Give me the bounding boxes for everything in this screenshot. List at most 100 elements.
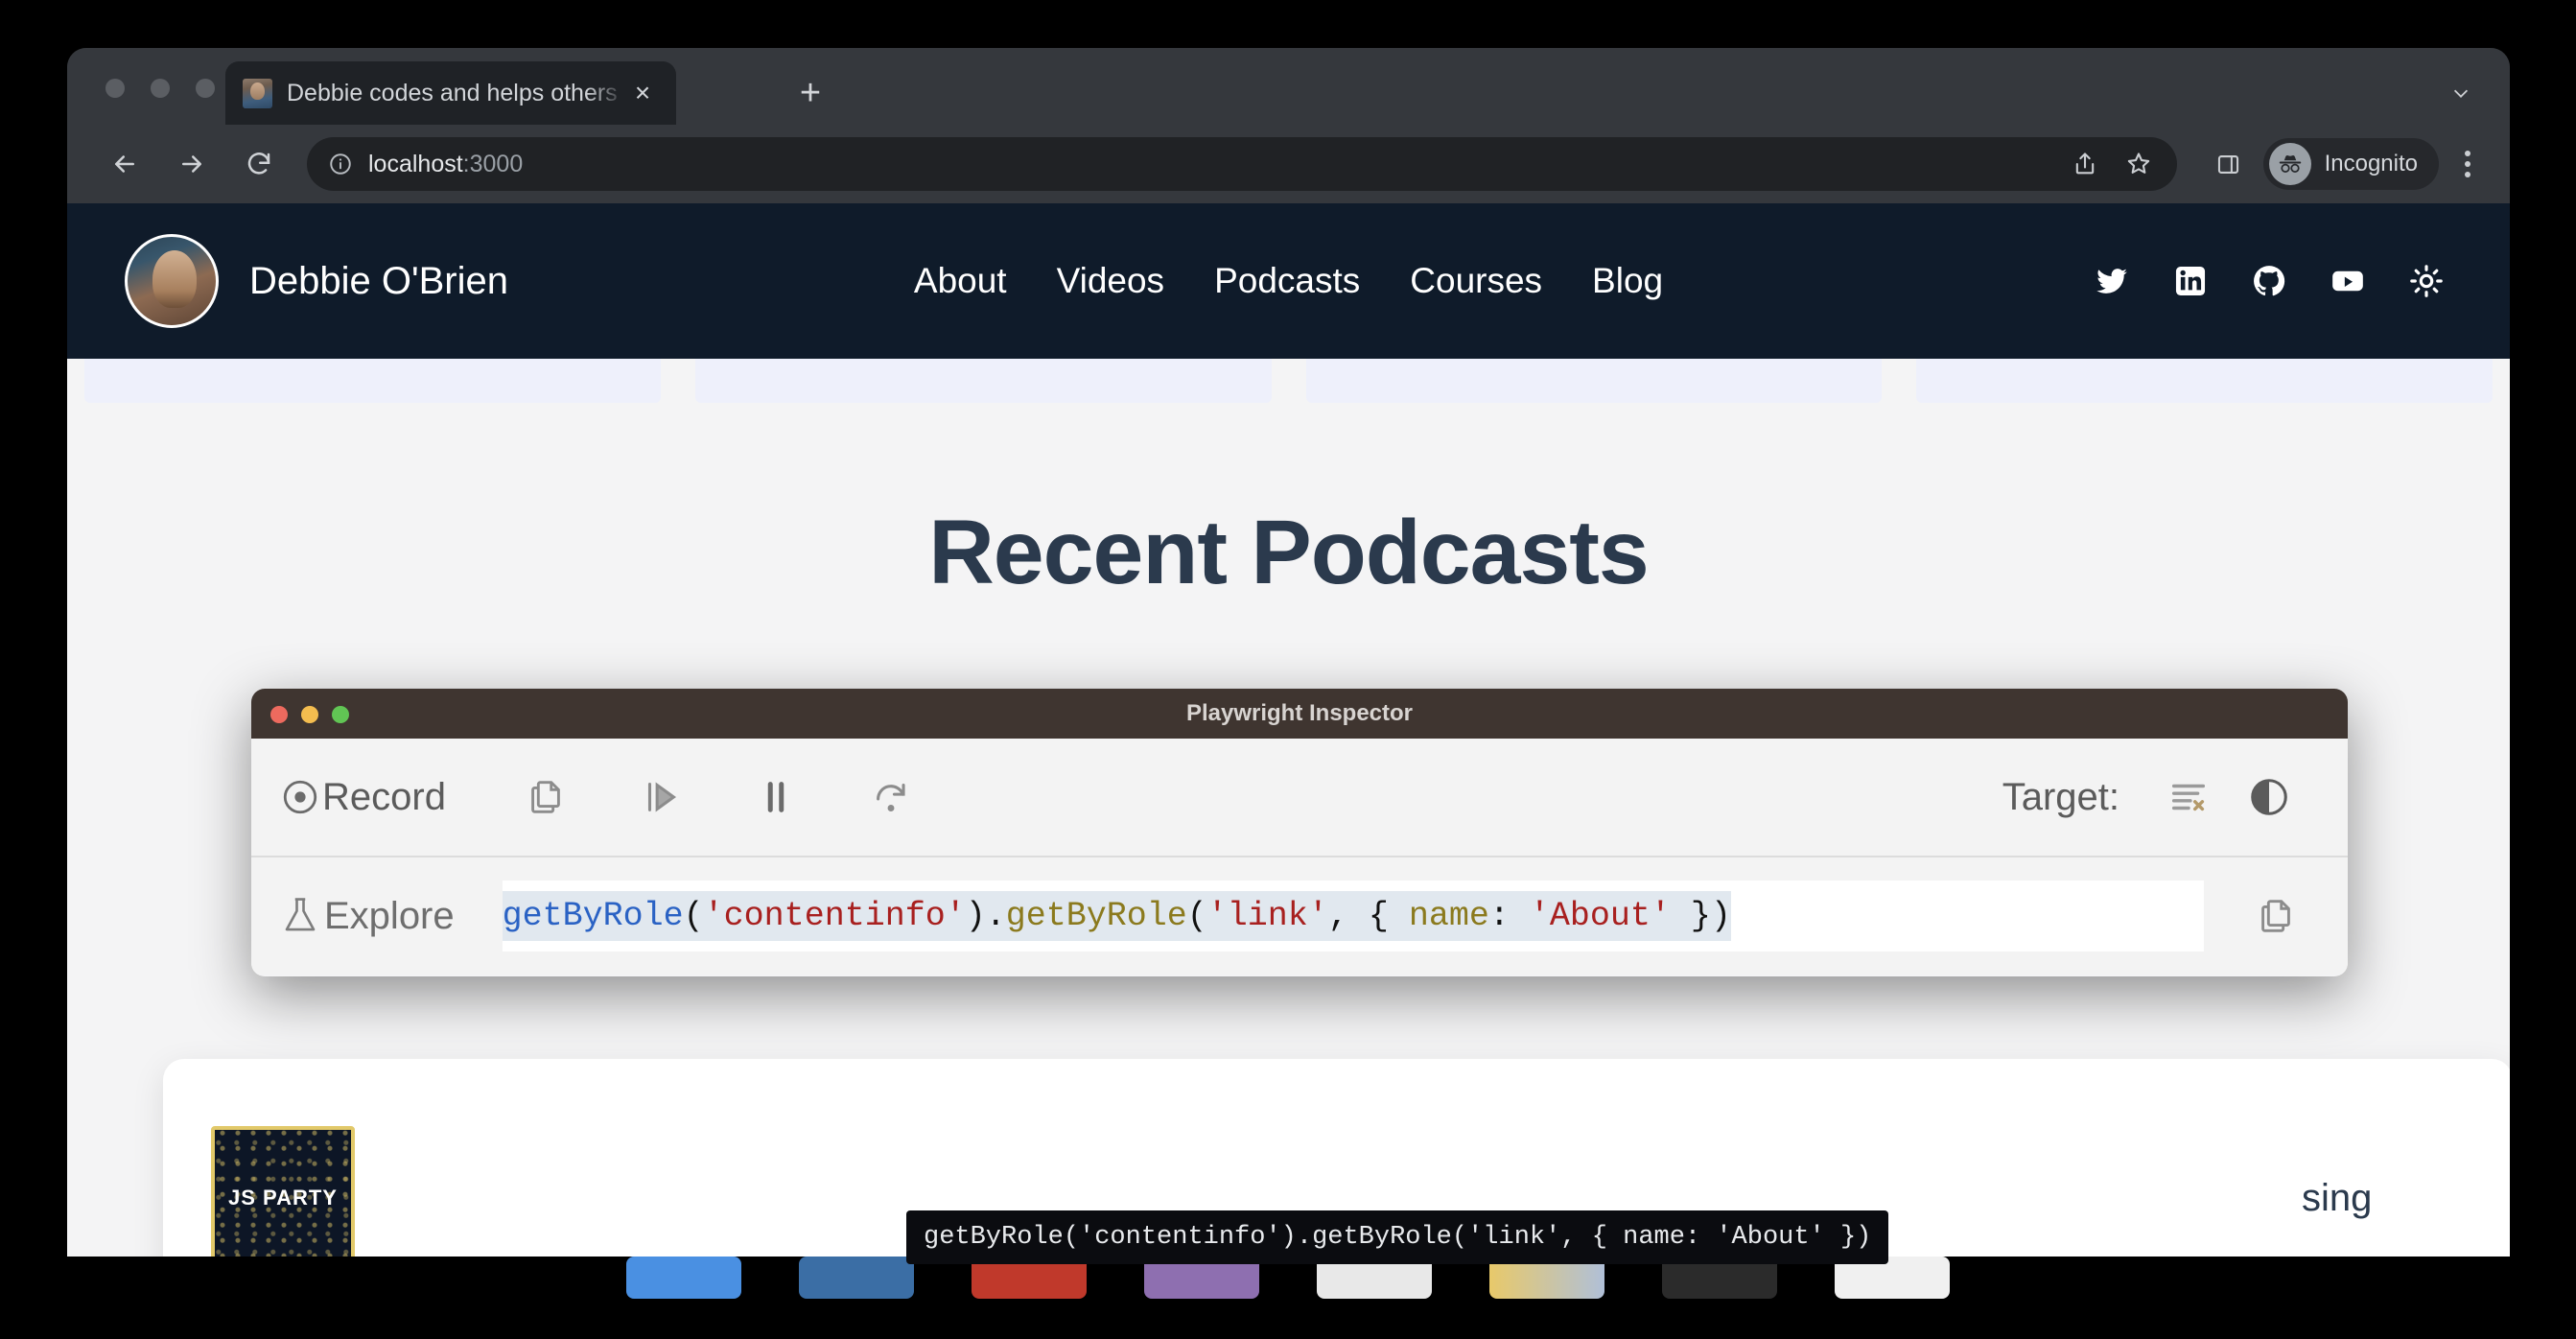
selector-token: }) bbox=[1671, 897, 1731, 935]
selector-tooltip: getByRole('contentinfo').getByRole('link… bbox=[906, 1210, 1888, 1264]
github-icon[interactable] bbox=[2251, 263, 2287, 299]
inspector-titlebar: Playwright Inspector bbox=[251, 689, 2348, 739]
nav-item-about[interactable]: About bbox=[914, 261, 1007, 301]
selector-token: , { bbox=[1328, 897, 1409, 935]
social-links bbox=[2094, 263, 2489, 299]
kebab-menu-icon[interactable] bbox=[2447, 139, 2489, 189]
selector-token: ( bbox=[1187, 897, 1207, 935]
nav-item-videos[interactable]: Videos bbox=[1057, 261, 1164, 301]
record-button[interactable]: Record bbox=[280, 776, 446, 819]
forward-button[interactable] bbox=[165, 137, 219, 191]
selector-token: . bbox=[986, 897, 1006, 935]
selector-token: 'contentinfo' bbox=[704, 897, 966, 935]
nav-item-podcasts[interactable]: Podcasts bbox=[1214, 261, 1360, 301]
copy-button[interactable] bbox=[505, 763, 586, 832]
nav-item-blog[interactable]: Blog bbox=[1592, 261, 1663, 301]
explore-button-label: Explore bbox=[324, 895, 455, 938]
selector-token: ) bbox=[966, 897, 986, 935]
copy-icon bbox=[2254, 894, 2298, 938]
site-header: Debbie O'Brien About Videos Podcasts Cou… bbox=[67, 203, 2510, 359]
clear-log-icon bbox=[2166, 775, 2211, 819]
reload-icon bbox=[245, 150, 273, 178]
back-button[interactable] bbox=[98, 137, 152, 191]
inspector-close-button[interactable] bbox=[270, 706, 288, 723]
step-play-icon bbox=[639, 775, 683, 819]
linkedin-icon[interactable] bbox=[2172, 263, 2209, 299]
incognito-indicator[interactable]: Incognito bbox=[2263, 138, 2439, 190]
podcast-thumbnail: JS PARTY bbox=[211, 1126, 355, 1257]
step-over-icon bbox=[869, 775, 913, 819]
nav-item-courses[interactable]: Courses bbox=[1410, 261, 1542, 301]
selector-token: 'About' bbox=[1530, 897, 1671, 935]
copy-icon bbox=[524, 775, 568, 819]
explore-button[interactable]: Explore bbox=[280, 894, 455, 938]
youtube-icon[interactable] bbox=[2330, 263, 2366, 299]
incognito-icon bbox=[2276, 150, 2305, 178]
browser-window: Debbie codes and helps others × + localh… bbox=[67, 48, 2510, 1257]
footer-badge[interactable] bbox=[626, 1257, 741, 1299]
incognito-label: Incognito bbox=[2325, 151, 2418, 177]
selector-token: getByRole bbox=[1006, 897, 1187, 935]
pause-icon bbox=[754, 775, 798, 819]
step-over-button[interactable] bbox=[851, 763, 931, 832]
selector-token: 'link' bbox=[1207, 897, 1328, 935]
site-favicon bbox=[243, 79, 272, 108]
selector-token: name bbox=[1409, 897, 1489, 935]
address-bar-url: localhost:3000 bbox=[368, 151, 523, 178]
selector-token: ( bbox=[684, 897, 704, 935]
side-panel-icon bbox=[2215, 152, 2241, 177]
selector-input[interactable]: getByRole('contentinfo').getByRole('link… bbox=[503, 881, 2204, 951]
resume-button[interactable] bbox=[621, 763, 701, 832]
info-circle-icon[interactable] bbox=[328, 152, 353, 176]
browser-toolbar: localhost:3000 Incognito bbox=[67, 125, 2510, 203]
arrow-left-icon bbox=[110, 150, 139, 178]
avatar bbox=[2269, 143, 2311, 185]
twitter-icon[interactable] bbox=[2094, 263, 2130, 299]
browser-tabstrip: Debbie codes and helps others × + bbox=[67, 48, 2510, 125]
browser-toolbar-right: Incognito bbox=[2204, 138, 2510, 190]
share-icon[interactable] bbox=[2072, 151, 2098, 177]
reload-button[interactable] bbox=[232, 137, 286, 191]
inspector-maximize-button[interactable] bbox=[332, 706, 349, 723]
address-bar[interactable]: localhost:3000 bbox=[307, 137, 2177, 191]
close-icon[interactable]: × bbox=[626, 80, 659, 106]
address-bar-actions bbox=[2072, 151, 2156, 177]
window-close-button[interactable] bbox=[105, 79, 125, 98]
theme-toggle-button[interactable] bbox=[2229, 763, 2309, 832]
avatar[interactable] bbox=[125, 234, 219, 328]
target-label: Target: bbox=[2002, 776, 2119, 819]
inspector-window-title: Playwright Inspector bbox=[251, 700, 2348, 727]
podcast-title: sing bbox=[2302, 1177, 2372, 1220]
browser-tab-title: Debbie codes and helps others bbox=[287, 61, 626, 125]
flask-icon bbox=[280, 894, 320, 938]
contrast-circle-icon bbox=[2247, 775, 2291, 819]
side-panel-button[interactable] bbox=[2204, 139, 2254, 189]
selector-token: getByRole bbox=[503, 897, 684, 935]
url-host: localhost bbox=[368, 151, 463, 177]
selector-value: getByRole('contentinfo').getByRole('link… bbox=[503, 891, 1731, 941]
pause-button[interactable] bbox=[736, 763, 816, 832]
arrow-right-icon bbox=[177, 150, 206, 178]
record-circle-icon bbox=[280, 777, 320, 817]
window-minimize-button[interactable] bbox=[151, 79, 170, 98]
new-tab-button[interactable]: + bbox=[791, 75, 830, 111]
podcast-thumbnail-label: JS PARTY bbox=[228, 1186, 338, 1210]
copy-selector-button[interactable] bbox=[2204, 894, 2348, 938]
decorative-stripes bbox=[67, 359, 2510, 403]
clear-log-button[interactable] bbox=[2148, 763, 2229, 832]
record-button-label: Record bbox=[322, 776, 446, 819]
url-port: :3000 bbox=[463, 151, 524, 177]
inspector-explore-row: Explore getByRole('contentinfo').getByRo… bbox=[251, 857, 2348, 975]
site-brand[interactable]: Debbie O'Brien bbox=[249, 260, 508, 303]
inspector-toolbar: Record Target: bbox=[251, 739, 2348, 857]
inspector-traffic-lights[interactable] bbox=[270, 706, 349, 723]
footer-badge[interactable] bbox=[799, 1257, 914, 1299]
window-maximize-button[interactable] bbox=[196, 79, 215, 98]
star-icon[interactable] bbox=[2125, 151, 2152, 177]
inspector-minimize-button[interactable] bbox=[301, 706, 318, 723]
chevron-down-icon[interactable] bbox=[2450, 82, 2471, 104]
theme-toggle-sun-icon[interactable] bbox=[2408, 263, 2445, 299]
window-traffic-lights[interactable] bbox=[105, 79, 215, 98]
site-navigation: About Videos Podcasts Courses Blog bbox=[914, 261, 1663, 301]
browser-tab[interactable]: Debbie codes and helps others × bbox=[225, 61, 676, 125]
